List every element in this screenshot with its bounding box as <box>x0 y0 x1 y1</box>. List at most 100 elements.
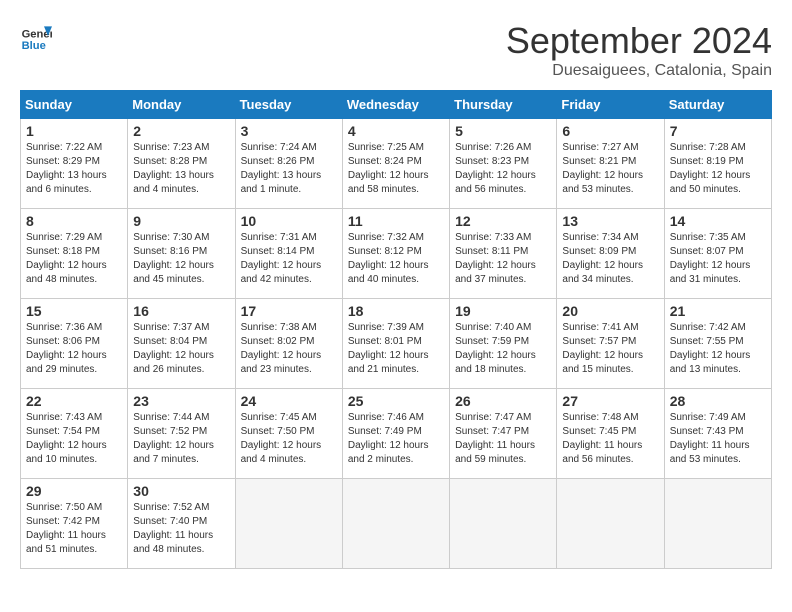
day-number: 27 <box>562 393 658 409</box>
day-cell-19: 19 Sunrise: 7:40 AMSunset: 7:59 PMDayligh… <box>450 299 557 389</box>
day-cell-21: 21 Sunrise: 7:42 AMSunset: 7:55 PMDayligh… <box>664 299 771 389</box>
day-cell-24: 24 Sunrise: 7:45 AMSunset: 7:50 PMDayligh… <box>235 389 342 479</box>
logo-icon: General Blue <box>20 20 52 52</box>
day-info: Sunrise: 7:32 AMSunset: 8:12 PMDaylight:… <box>348 231 444 287</box>
day-cell-7: 7 Sunrise: 7:28 AMSunset: 8:19 PMDaylight… <box>664 119 771 209</box>
header-sunday: Sunday <box>21 91 128 119</box>
day-cell-20: 20 Sunrise: 7:41 AMSunset: 7:57 PMDayligh… <box>557 299 664 389</box>
day-number: 12 <box>455 213 551 229</box>
month-title: September 2024 <box>506 20 772 62</box>
day-cell-18: 18 Sunrise: 7:39 AMSunset: 8:01 PMDayligh… <box>342 299 449 389</box>
day-info: Sunrise: 7:33 AMSunset: 8:11 PMDaylight:… <box>455 231 551 287</box>
calendar-row: 1 Sunrise: 7:22 AMSunset: 8:29 PMDaylight… <box>21 119 772 209</box>
day-info: Sunrise: 7:24 AMSunset: 8:26 PMDaylight:… <box>241 141 337 197</box>
calendar-header-row: Sunday Monday Tuesday Wednesday Thursday… <box>21 91 772 119</box>
day-info: Sunrise: 7:49 AMSunset: 7:43 PMDaylight:… <box>670 411 766 467</box>
day-cell-12: 12 Sunrise: 7:33 AMSunset: 8:11 PMDayligh… <box>450 209 557 299</box>
day-info: Sunrise: 7:37 AMSunset: 8:04 PMDaylight:… <box>133 321 229 377</box>
day-info: Sunrise: 7:22 AMSunset: 8:29 PMDaylight:… <box>26 141 122 197</box>
logo: General Blue <box>20 20 52 52</box>
day-info: Sunrise: 7:39 AMSunset: 8:01 PMDaylight:… <box>348 321 444 377</box>
day-info: Sunrise: 7:40 AMSunset: 7:59 PMDaylight:… <box>455 321 551 377</box>
day-info: Sunrise: 7:43 AMSunset: 7:54 PMDaylight:… <box>26 411 122 467</box>
day-cell-4: 4Sunrise: 7:25 AMSunset: 8:24 PMDaylight… <box>342 119 449 209</box>
empty-cell <box>557 479 664 569</box>
day-cell-28: 28 Sunrise: 7:49 AMSunset: 7:43 PMDayligh… <box>664 389 771 479</box>
day-number: 18 <box>348 303 444 319</box>
day-info: Sunrise: 7:52 AMSunset: 7:40 PMDaylight:… <box>133 501 229 557</box>
calendar-table: Sunday Monday Tuesday Wednesday Thursday… <box>20 90 772 569</box>
empty-cell <box>342 479 449 569</box>
day-number: 7 <box>670 123 766 139</box>
day-number: 14 <box>670 213 766 229</box>
day-info: Sunrise: 7:36 AMSunset: 8:06 PMDaylight:… <box>26 321 122 377</box>
day-number: 16 <box>133 303 229 319</box>
header-saturday: Saturday <box>664 91 771 119</box>
day-cell-9: 9Sunrise: 7:30 AMSunset: 8:16 PMDaylight… <box>128 209 235 299</box>
calendar-row: 15 Sunrise: 7:36 AMSunset: 8:06 PMDayligh… <box>21 299 772 389</box>
day-number: 21 <box>670 303 766 319</box>
day-number: 19 <box>455 303 551 319</box>
day-cell-13: 13 Sunrise: 7:34 AMSunset: 8:09 PMDayligh… <box>557 209 664 299</box>
day-cell-6: 6 Sunrise: 7:27 AMSunset: 8:21 PMDaylight… <box>557 119 664 209</box>
day-number: 28 <box>670 393 766 409</box>
day-number: 26 <box>455 393 551 409</box>
day-number: 8 <box>26 213 122 229</box>
day-info: Sunrise: 7:42 AMSunset: 7:55 PMDaylight:… <box>670 321 766 377</box>
empty-cell <box>450 479 557 569</box>
day-number: 23 <box>133 393 229 409</box>
day-cell-25: 25Sunrise: 7:46 AMSunset: 7:49 PMDayligh… <box>342 389 449 479</box>
day-cell-27: 27 Sunrise: 7:48 AMSunset: 7:45 PMDayligh… <box>557 389 664 479</box>
day-info: Sunrise: 7:23 AMSunset: 8:28 PMDaylight:… <box>133 141 229 197</box>
day-cell-3: 3 Sunrise: 7:24 AMSunset: 8:26 PMDaylight… <box>235 119 342 209</box>
day-cell-26: 26 Sunrise: 7:47 AMSunset: 7:47 PMDayligh… <box>450 389 557 479</box>
location-title: Duesaiguees, Catalonia, Spain <box>506 62 772 80</box>
header-tuesday: Tuesday <box>235 91 342 119</box>
day-info: Sunrise: 7:48 AMSunset: 7:45 PMDaylight:… <box>562 411 658 467</box>
day-number: 15 <box>26 303 122 319</box>
header-friday: Friday <box>557 91 664 119</box>
day-info: Sunrise: 7:28 AMSunset: 8:19 PMDaylight:… <box>670 141 766 197</box>
day-info: Sunrise: 7:44 AMSunset: 7:52 PMDaylight:… <box>133 411 229 467</box>
day-info: Sunrise: 7:31 AMSunset: 8:14 PMDaylight:… <box>241 231 337 287</box>
header-wednesday: Wednesday <box>342 91 449 119</box>
day-info: Sunrise: 7:25 AMSunset: 8:24 PMDaylight:… <box>348 141 444 197</box>
calendar-row: 22Sunrise: 7:43 AMSunset: 7:54 PMDayligh… <box>21 389 772 479</box>
day-info: Sunrise: 7:38 AMSunset: 8:02 PMDaylight:… <box>241 321 337 377</box>
day-cell-10: 10 Sunrise: 7:31 AMSunset: 8:14 PMDayligh… <box>235 209 342 299</box>
day-cell-1: 1 Sunrise: 7:22 AMSunset: 8:29 PMDaylight… <box>21 119 128 209</box>
day-cell-30: 30Sunrise: 7:52 AMSunset: 7:40 PMDayligh… <box>128 479 235 569</box>
day-info: Sunrise: 7:45 AMSunset: 7:50 PMDaylight:… <box>241 411 337 467</box>
day-cell-2: 2Sunrise: 7:23 AMSunset: 8:28 PMDaylight… <box>128 119 235 209</box>
header-monday: Monday <box>128 91 235 119</box>
day-cell-15: 15 Sunrise: 7:36 AMSunset: 8:06 PMDayligh… <box>21 299 128 389</box>
day-cell-14: 14 Sunrise: 7:35 AMSunset: 8:07 PMDayligh… <box>664 209 771 299</box>
day-info: Sunrise: 7:29 AMSunset: 8:18 PMDaylight:… <box>26 231 122 287</box>
day-info: Sunrise: 7:50 AMSunset: 7:42 PMDaylight:… <box>26 501 122 557</box>
day-info: Sunrise: 7:26 AMSunset: 8:23 PMDaylight:… <box>455 141 551 197</box>
day-number: 1 <box>26 123 122 139</box>
day-number: 11 <box>348 213 444 229</box>
day-info: Sunrise: 7:35 AMSunset: 8:07 PMDaylight:… <box>670 231 766 287</box>
day-number: 25 <box>348 393 444 409</box>
calendar-row: 8 Sunrise: 7:29 AMSunset: 8:18 PMDaylight… <box>21 209 772 299</box>
day-info: Sunrise: 7:34 AMSunset: 8:09 PMDaylight:… <box>562 231 658 287</box>
day-number: 29 <box>26 483 122 499</box>
day-info: Sunrise: 7:41 AMSunset: 7:57 PMDaylight:… <box>562 321 658 377</box>
day-number: 3 <box>241 123 337 139</box>
day-number: 24 <box>241 393 337 409</box>
day-number: 20 <box>562 303 658 319</box>
header-thursday: Thursday <box>450 91 557 119</box>
day-number: 6 <box>562 123 658 139</box>
day-info: Sunrise: 7:27 AMSunset: 8:21 PMDaylight:… <box>562 141 658 197</box>
calendar-row: 29 Sunrise: 7:50 AMSunset: 7:42 PMDayligh… <box>21 479 772 569</box>
day-cell-22: 22Sunrise: 7:43 AMSunset: 7:54 PMDayligh… <box>21 389 128 479</box>
day-info: Sunrise: 7:47 AMSunset: 7:47 PMDaylight:… <box>455 411 551 467</box>
page-header: General Blue September 2024 Duesaiguees,… <box>20 20 772 80</box>
day-cell-16: 16 Sunrise: 7:37 AMSunset: 8:04 PMDayligh… <box>128 299 235 389</box>
day-number: 5 <box>455 123 551 139</box>
day-cell-11: 11 Sunrise: 7:32 AMSunset: 8:12 PMDayligh… <box>342 209 449 299</box>
day-number: 10 <box>241 213 337 229</box>
day-number: 13 <box>562 213 658 229</box>
day-cell-8: 8 Sunrise: 7:29 AMSunset: 8:18 PMDaylight… <box>21 209 128 299</box>
